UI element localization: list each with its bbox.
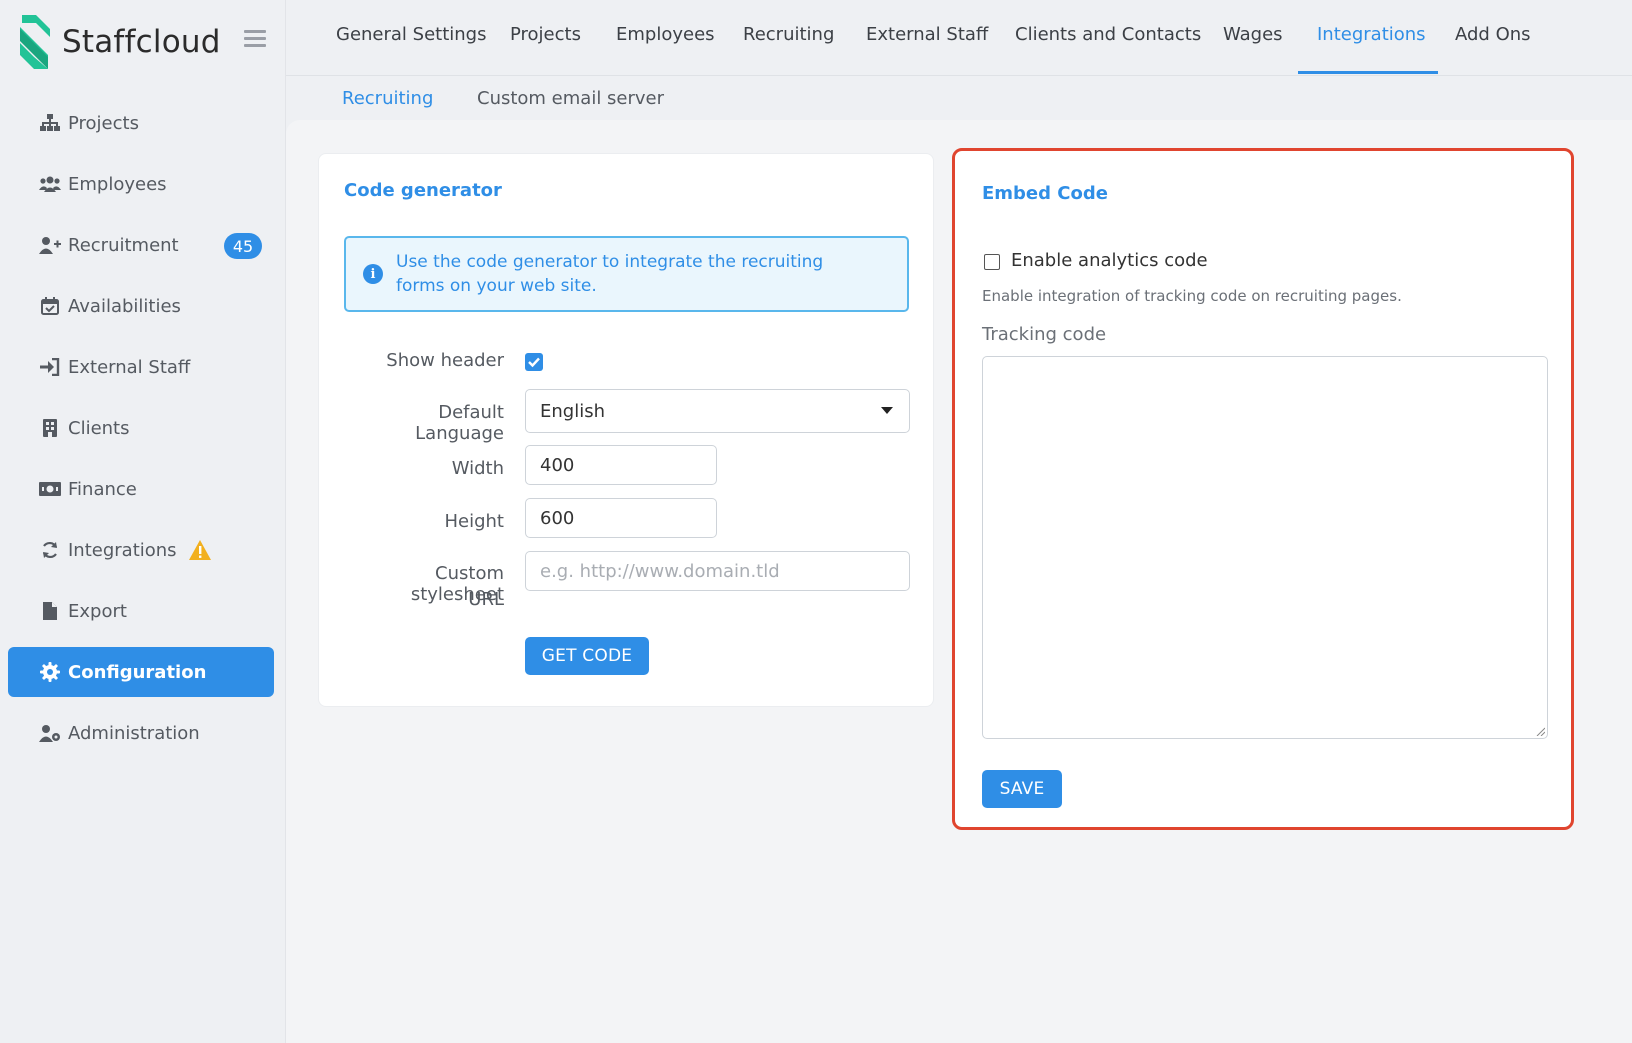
sidebar-item-administration[interactable]: Administration xyxy=(8,708,274,758)
sidebar-item-label: Finance xyxy=(68,478,137,500)
sidebar-item-employees[interactable]: Employees xyxy=(8,159,274,209)
users-icon xyxy=(38,174,62,194)
default-language-value: English xyxy=(540,400,605,422)
sidebar-nav: Projects Employees Recruitment 45 Availa… xyxy=(8,98,274,769)
default-language-label: Default Language xyxy=(415,402,504,444)
info-alert: i Use the code generator to integrate th… xyxy=(344,236,909,312)
analytics-label[interactable]: Enable analytics code xyxy=(1011,250,1208,271)
analytics-checkbox[interactable] xyxy=(984,254,1000,270)
save-button[interactable]: SAVE xyxy=(982,770,1062,808)
width-value: 400 xyxy=(540,454,575,476)
embed-code-card: Embed Code Enable analytics code Enable … xyxy=(952,148,1574,830)
sidebar-item-label: Configuration xyxy=(68,661,207,683)
check-icon xyxy=(528,357,540,368)
file-icon xyxy=(38,601,62,621)
height-input[interactable]: 600 xyxy=(525,498,717,538)
sidebar-item-projects[interactable]: Projects xyxy=(8,98,274,148)
sidebar-item-label: Recruitment xyxy=(68,234,179,256)
tab-wages[interactable]: Wages xyxy=(1223,24,1283,45)
sidebar-item-label: Export xyxy=(68,600,127,622)
show-header-checkbox[interactable] xyxy=(525,353,543,371)
width-label: Width xyxy=(451,458,504,479)
sidebar-item-export[interactable]: Export xyxy=(8,586,274,636)
tab-employees[interactable]: Employees xyxy=(616,24,715,45)
subtab-recruiting[interactable]: Recruiting xyxy=(342,88,433,109)
sign-in-icon xyxy=(38,357,62,377)
height-label: Height xyxy=(444,511,504,532)
get-code-button[interactable]: GET CODE xyxy=(525,637,649,675)
info-icon: i xyxy=(363,264,383,284)
custom-stylesheet-placeholder: e.g. http://www.domain.tld xyxy=(540,560,780,582)
user-cog-icon xyxy=(38,723,62,743)
tracking-code-textarea[interactable] xyxy=(982,356,1548,739)
tab-external-staff[interactable]: External Staff xyxy=(866,24,988,45)
code-generator-title: Code generator xyxy=(344,180,502,201)
brand[interactable]: Staffcloud xyxy=(18,14,221,70)
height-value: 600 xyxy=(540,507,575,529)
active-tab-indicator xyxy=(1298,71,1438,74)
default-language-select[interactable]: English xyxy=(525,389,910,433)
tab-general-settings[interactable]: General Settings xyxy=(336,24,487,45)
code-generator-card: Code generator i Use the code generator … xyxy=(318,153,934,707)
sidebar-item-recruitment[interactable]: Recruitment 45 xyxy=(8,220,274,270)
user-plus-icon xyxy=(38,235,62,255)
sub-navigation: Recruiting Custom email server xyxy=(286,76,1632,120)
tracking-code-label: Tracking code xyxy=(982,324,1107,345)
subtab-custom-email-server[interactable]: Custom email server xyxy=(477,88,664,109)
money-bill-icon xyxy=(38,479,62,499)
analytics-hint: Enable integration of tracking code on r… xyxy=(982,287,1402,305)
sitemap-icon xyxy=(38,113,62,133)
sidebar-item-label: Integrations xyxy=(68,539,177,561)
info-text: Use the code generator to integrate the … xyxy=(396,252,824,296)
tab-add-ons[interactable]: Add Ons xyxy=(1455,24,1531,45)
sidebar-item-label: External Staff xyxy=(68,356,191,378)
top-navigation: General Settings Projects Employees Recr… xyxy=(286,0,1632,76)
brand-name: Staffcloud xyxy=(62,24,221,60)
calendar-check-icon xyxy=(38,296,62,316)
cog-icon xyxy=(38,662,62,682)
sidebar-item-label: Administration xyxy=(68,722,200,744)
sidebar-item-clients[interactable]: Clients xyxy=(8,403,274,453)
sidebar-item-label: Clients xyxy=(68,417,130,439)
recruitment-count-badge: 45 xyxy=(224,233,262,259)
tab-projects[interactable]: Projects xyxy=(510,24,581,45)
sidebar-item-availabilities[interactable]: Availabilities xyxy=(8,281,274,331)
sidebar-item-label: Projects xyxy=(68,112,139,134)
sidebar-item-integrations[interactable]: Integrations xyxy=(8,525,274,575)
show-header-label: Show header xyxy=(386,350,504,371)
caret-down-icon xyxy=(881,407,893,414)
width-input[interactable]: 400 xyxy=(525,445,717,485)
building-icon xyxy=(38,418,62,438)
sidebar-item-external-staff[interactable]: External Staff xyxy=(8,342,274,392)
warning-icon xyxy=(188,540,211,560)
tab-clients-and-contacts[interactable]: Clients and Contacts xyxy=(1015,24,1201,45)
sidebar-item-configuration[interactable]: Configuration xyxy=(8,647,274,697)
custom-stylesheet-label-url: URL xyxy=(468,589,504,610)
staffcloud-logo-icon xyxy=(20,15,50,69)
resize-handle-icon[interactable] xyxy=(1535,726,1545,736)
sidebar-item-label: Availabilities xyxy=(68,295,181,317)
tab-recruiting[interactable]: Recruiting xyxy=(743,24,834,45)
embed-code-title: Embed Code xyxy=(982,183,1108,204)
sidebar: Staffcloud Projects Employees Recruitmen… xyxy=(0,0,286,1043)
tab-integrations[interactable]: Integrations xyxy=(1317,24,1426,45)
sidebar-item-finance[interactable]: Finance xyxy=(8,464,274,514)
custom-stylesheet-input[interactable]: e.g. http://www.domain.tld xyxy=(525,551,910,591)
sidebar-item-label: Employees xyxy=(68,173,167,195)
sync-icon xyxy=(38,540,62,560)
menu-toggle-icon[interactable] xyxy=(244,30,266,48)
